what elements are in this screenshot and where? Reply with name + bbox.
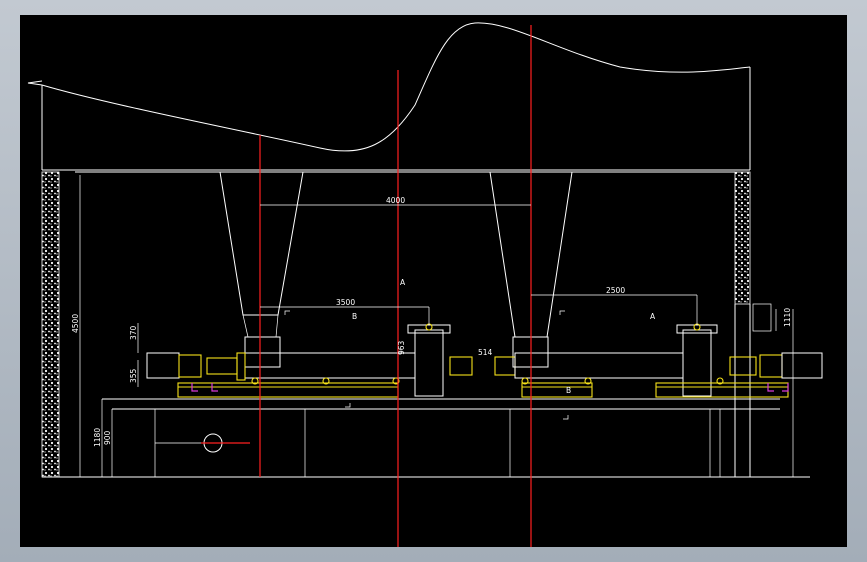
left-discharge-box — [414, 329, 444, 397]
dim-900: 900 — [103, 430, 112, 445]
right-nozzle-box — [752, 303, 772, 332]
dim-2500: 2500 — [606, 286, 625, 295]
left-coupling-2 — [236, 352, 246, 381]
tick-2 — [559, 310, 565, 315]
label-b-2: B — [566, 386, 571, 395]
right-coupling — [729, 356, 757, 376]
left-hopper-neck-r — [275, 314, 279, 338]
roof-curve — [41, 22, 751, 152]
left-hopper-outlet — [244, 336, 281, 368]
left-conveyor-tube — [244, 352, 416, 379]
left-coupling — [206, 357, 238, 375]
dim-3500: 3500 — [336, 298, 355, 307]
cad-drawing: 4000 3500 2500 4500 370 355 963 514 1180… — [27, 22, 823, 547]
center-coupling-l — [449, 356, 473, 376]
label-a-1: A — [400, 278, 406, 287]
left-hopper — [219, 171, 304, 316]
window-frame: 4000 3500 2500 4500 370 355 963 514 1180… — [0, 0, 867, 562]
right-wall-hatch — [734, 171, 751, 305]
tick-3 — [345, 403, 351, 408]
dim-963: 963 — [397, 340, 406, 355]
right-motor — [781, 352, 823, 379]
tick-4 — [563, 415, 569, 420]
dim-4500: 4500 — [71, 314, 80, 333]
label-a-2: A — [650, 312, 656, 321]
dim-514: 514 — [478, 348, 493, 357]
roof-left-edge — [27, 80, 43, 86]
left-motor — [146, 352, 180, 379]
drawing-canvas: 4000 3500 2500 4500 370 355 963 514 1180… — [20, 15, 847, 547]
tick-1 — [284, 310, 290, 315]
right-gearbox — [759, 354, 783, 378]
right-conveyor-tube — [514, 352, 684, 379]
right-discharge-box — [682, 329, 712, 397]
dim-1110: 1110 — [783, 308, 792, 327]
left-hopper-neck — [242, 314, 249, 338]
left-discharge-flange — [407, 324, 451, 334]
center-coupling-r — [494, 356, 516, 376]
right-base-frame — [521, 382, 593, 398]
left-base-frame — [177, 382, 399, 398]
dim-370: 370 — [129, 325, 138, 340]
left-wall-hatch — [41, 171, 60, 478]
left-gearbox — [178, 354, 202, 378]
dim-1180: 1180 — [93, 428, 102, 447]
dim-4000: 4000 — [386, 196, 405, 205]
dim-355: 355 — [129, 368, 138, 383]
label-b-1: B — [352, 312, 357, 321]
